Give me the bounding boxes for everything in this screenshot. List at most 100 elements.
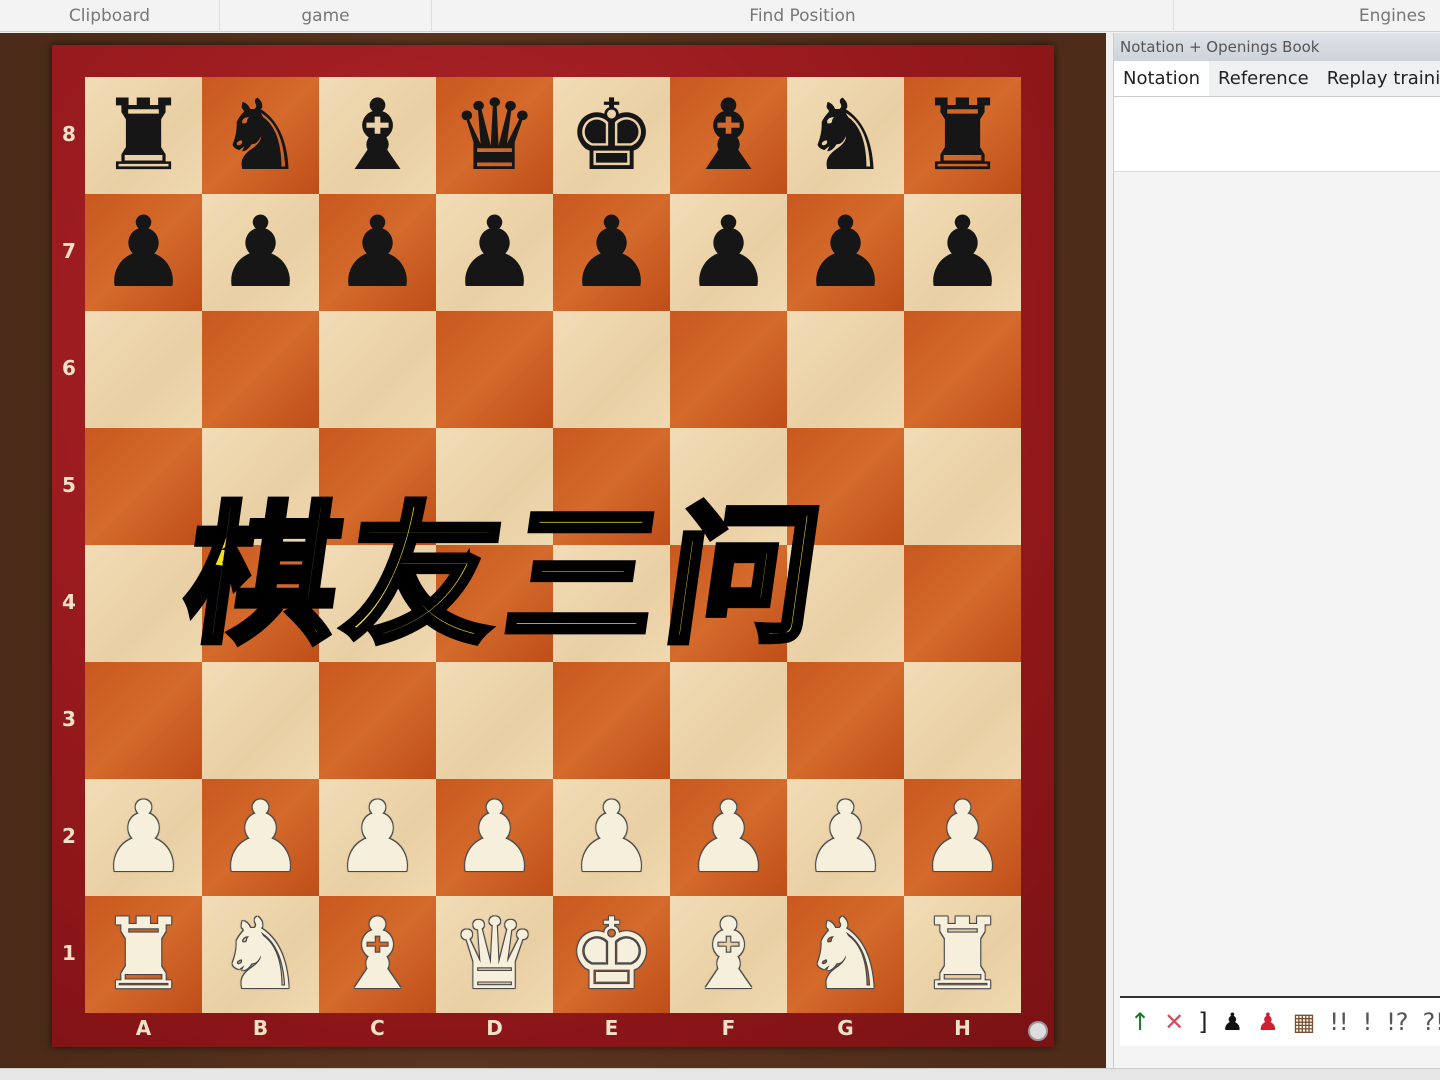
red-pawn-icon[interactable]: ♟ bbox=[1257, 1008, 1279, 1036]
tab-notation[interactable]: Notation bbox=[1114, 61, 1210, 96]
white-bishop-icon[interactable]: ♝ bbox=[685, 906, 773, 1004]
square-c3[interactable] bbox=[319, 662, 436, 779]
notation-area[interactable] bbox=[1114, 97, 1440, 172]
black-queen-icon[interactable]: ♛ bbox=[451, 87, 539, 185]
square-h2[interactable]: ♟ bbox=[904, 779, 1021, 896]
white-bishop-icon[interactable]: ♝ bbox=[334, 906, 422, 1004]
square-b1[interactable]: ♞ bbox=[202, 896, 319, 1013]
square-e1[interactable]: ♚ bbox=[553, 896, 670, 1013]
interesting-annotation-icon[interactable]: !? bbox=[1386, 1008, 1408, 1036]
white-pawn-icon[interactable]: ♟ bbox=[217, 789, 305, 887]
dubious-annotation-icon[interactable]: ?! bbox=[1423, 1008, 1440, 1036]
board-icon[interactable]: ▦ bbox=[1293, 1008, 1316, 1036]
white-pawn-icon[interactable]: ♟ bbox=[919, 789, 1007, 887]
square-h1[interactable]: ♜ bbox=[904, 896, 1021, 1013]
tab-reference[interactable]: Reference bbox=[1209, 61, 1318, 96]
black-pawn-icon[interactable]: ♟ bbox=[100, 204, 188, 302]
white-knight-icon[interactable]: ♞ bbox=[217, 906, 305, 1004]
square-d2[interactable]: ♟ bbox=[436, 779, 553, 896]
square-h8[interactable]: ♜ bbox=[904, 77, 1021, 194]
white-rook-icon[interactable]: ♜ bbox=[100, 906, 188, 1004]
ribbon-group-engines[interactable]: Engines bbox=[1174, 0, 1440, 32]
square-b2[interactable]: ♟ bbox=[202, 779, 319, 896]
square-h5[interactable] bbox=[904, 428, 1021, 545]
square-c8[interactable]: ♝ bbox=[319, 77, 436, 194]
ribbon-group-find-position[interactable]: Find Position bbox=[432, 0, 1174, 32]
square-f1[interactable]: ♝ bbox=[670, 896, 787, 1013]
square-e6[interactable] bbox=[553, 311, 670, 428]
square-e7[interactable]: ♟ bbox=[553, 194, 670, 311]
square-e2[interactable]: ♟ bbox=[553, 779, 670, 896]
square-a8[interactable]: ♜ bbox=[85, 77, 202, 194]
square-a1[interactable]: ♜ bbox=[85, 896, 202, 1013]
square-e8[interactable]: ♚ bbox=[553, 77, 670, 194]
black-pawn-icon[interactable]: ♟ bbox=[217, 204, 305, 302]
square-b6[interactable] bbox=[202, 311, 319, 428]
black-pawn-icon[interactable]: ♟ bbox=[685, 204, 773, 302]
white-pawn-icon[interactable]: ♟ bbox=[802, 789, 890, 887]
square-g2[interactable]: ♟ bbox=[787, 779, 904, 896]
white-rook-icon[interactable]: ♜ bbox=[919, 906, 1007, 1004]
white-pawn-icon[interactable]: ♟ bbox=[568, 789, 656, 887]
square-a3[interactable] bbox=[85, 662, 202, 779]
square-f3[interactable] bbox=[670, 662, 787, 779]
square-g6[interactable] bbox=[787, 311, 904, 428]
square-c6[interactable] bbox=[319, 311, 436, 428]
square-d7[interactable]: ♟ bbox=[436, 194, 553, 311]
white-pawn-icon[interactable]: ♟ bbox=[100, 789, 188, 887]
ribbon-group-game[interactable]: game bbox=[220, 0, 432, 32]
square-h4[interactable] bbox=[904, 545, 1021, 662]
square-f6[interactable] bbox=[670, 311, 787, 428]
square-c7[interactable]: ♟ bbox=[319, 194, 436, 311]
good-annotation-icon[interactable]: ! bbox=[1363, 1008, 1373, 1036]
black-knight-icon[interactable]: ♞ bbox=[802, 87, 890, 185]
bracket-icon[interactable]: ] bbox=[1198, 1008, 1207, 1036]
black-pawn-icon[interactable]: ♟ bbox=[802, 204, 890, 302]
black-pawn-icon[interactable]: ♟ bbox=[568, 204, 656, 302]
white-pawn-icon[interactable]: ♟ bbox=[685, 789, 773, 887]
black-pawn-icon[interactable]: ♟ bbox=[451, 204, 539, 302]
black-rook-icon[interactable]: ♜ bbox=[919, 87, 1007, 185]
black-pawn-icon[interactable]: ♟ bbox=[1222, 1008, 1244, 1036]
square-d3[interactable] bbox=[436, 662, 553, 779]
square-e3[interactable] bbox=[553, 662, 670, 779]
square-a2[interactable]: ♟ bbox=[85, 779, 202, 896]
white-knight-icon[interactable]: ♞ bbox=[802, 906, 890, 1004]
square-f2[interactable]: ♟ bbox=[670, 779, 787, 896]
brilliant-annotation-icon[interactable]: !! bbox=[1329, 1008, 1348, 1036]
white-king-icon[interactable]: ♚ bbox=[568, 906, 656, 1004]
tab-replay-training[interactable]: Replay trainin bbox=[1318, 61, 1440, 96]
square-b8[interactable]: ♞ bbox=[202, 77, 319, 194]
black-bishop-icon[interactable]: ♝ bbox=[334, 87, 422, 185]
square-f7[interactable]: ♟ bbox=[670, 194, 787, 311]
square-c1[interactable]: ♝ bbox=[319, 896, 436, 1013]
square-a5[interactable] bbox=[85, 428, 202, 545]
square-d8[interactable]: ♛ bbox=[436, 77, 553, 194]
black-bishop-icon[interactable]: ♝ bbox=[685, 87, 773, 185]
square-b7[interactable]: ♟ bbox=[202, 194, 319, 311]
black-king-icon[interactable]: ♚ bbox=[568, 87, 656, 185]
white-pawn-icon[interactable]: ♟ bbox=[334, 789, 422, 887]
square-a7[interactable]: ♟ bbox=[85, 194, 202, 311]
ribbon-group-clipboard[interactable]: Clipboard bbox=[0, 0, 220, 32]
black-pawn-icon[interactable]: ♟ bbox=[334, 204, 422, 302]
square-h3[interactable] bbox=[904, 662, 1021, 779]
arrow-up-icon[interactable]: ↑ bbox=[1130, 1008, 1150, 1036]
black-rook-icon[interactable]: ♜ bbox=[100, 87, 188, 185]
square-b3[interactable] bbox=[202, 662, 319, 779]
square-a6[interactable] bbox=[85, 311, 202, 428]
white-pawn-icon[interactable]: ♟ bbox=[451, 789, 539, 887]
square-g3[interactable] bbox=[787, 662, 904, 779]
delete-icon[interactable]: ✕ bbox=[1164, 1008, 1184, 1036]
square-f8[interactable]: ♝ bbox=[670, 77, 787, 194]
square-g7[interactable]: ♟ bbox=[787, 194, 904, 311]
white-queen-icon[interactable]: ♛ bbox=[451, 906, 539, 1004]
square-h6[interactable] bbox=[904, 311, 1021, 428]
square-g8[interactable]: ♞ bbox=[787, 77, 904, 194]
square-d1[interactable]: ♛ bbox=[436, 896, 553, 1013]
square-c2[interactable]: ♟ bbox=[319, 779, 436, 896]
square-g1[interactable]: ♞ bbox=[787, 896, 904, 1013]
black-pawn-icon[interactable]: ♟ bbox=[919, 204, 1007, 302]
square-h7[interactable]: ♟ bbox=[904, 194, 1021, 311]
square-d6[interactable] bbox=[436, 311, 553, 428]
